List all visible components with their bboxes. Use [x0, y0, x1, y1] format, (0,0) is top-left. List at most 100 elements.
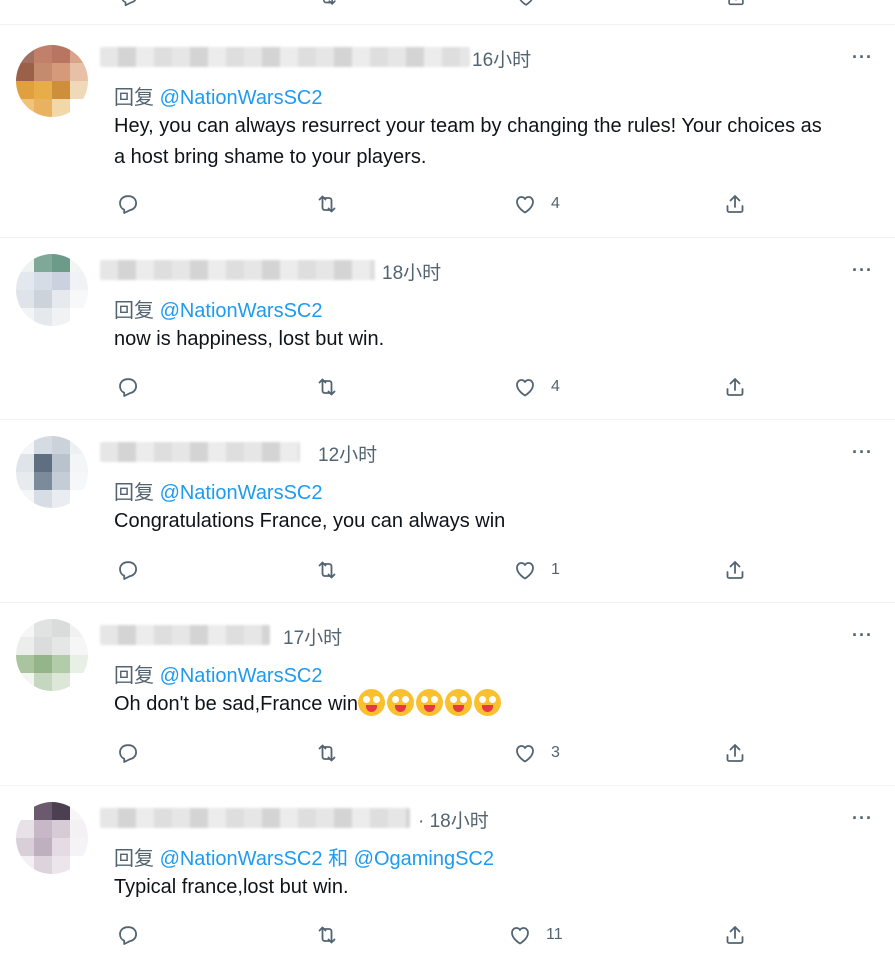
- reply-prefix: 回复: [114, 300, 154, 322]
- tweet-text: Typical france,lost but win.: [114, 876, 349, 898]
- reply-context: 回复 @NationWarsSC2: [114, 294, 323, 323]
- like-button[interactable]: 4: [513, 189, 560, 219]
- timestamp[interactable]: 12小时: [318, 440, 377, 467]
- user-name-redacted[interactable]: [100, 808, 410, 828]
- reply-icon: [116, 923, 140, 947]
- tweet[interactable]: 16小时 ··· 回复 @NationWarsSC2 Hey, you can …: [0, 25, 895, 238]
- share-button[interactable]: [723, 555, 747, 585]
- timestamp[interactable]: 17小时: [283, 623, 342, 650]
- tweet-actions: 4: [114, 372, 774, 402]
- retweet-button[interactable]: [315, 738, 339, 768]
- tweet[interactable]: 17小时 ··· 回复 @NationWarsSC2 Oh don't be s…: [0, 603, 895, 786]
- retweet-icon: [315, 375, 339, 399]
- retweet-icon: [315, 192, 339, 216]
- reply-icon: [116, 375, 140, 399]
- reply-icon: [116, 741, 140, 765]
- share-icon: [723, 923, 747, 947]
- reply-handle-link[interactable]: @NationWarsSC2: [160, 300, 323, 322]
- more-icon[interactable]: ···: [852, 260, 873, 281]
- like-count: 3: [551, 744, 560, 761]
- reply-prefix: 回复: [114, 665, 154, 687]
- retweet-icon: [315, 741, 339, 765]
- avatar[interactable]: [16, 254, 88, 326]
- tweet[interactable]: 12小时 ··· 回复 @NationWarsSC2 Congratulatio…: [0, 420, 895, 603]
- reply-icon[interactable]: [118, 0, 140, 8]
- avatar[interactable]: [16, 619, 88, 691]
- share-button[interactable]: [723, 920, 747, 950]
- share-button[interactable]: [723, 189, 747, 219]
- timestamp[interactable]: 16小时: [472, 45, 531, 72]
- user-name-redacted[interactable]: [100, 47, 470, 67]
- retweet-button[interactable]: [315, 555, 339, 585]
- retweet-button[interactable]: [315, 920, 339, 950]
- like-button[interactable]: 1: [513, 555, 560, 585]
- tweet-actions: 1: [114, 555, 774, 585]
- reply-handle-link[interactable]: @NationWarsSC2: [160, 665, 323, 687]
- avatar[interactable]: [16, 436, 88, 508]
- like-button[interactable]: 3: [513, 738, 560, 768]
- tweet[interactable]: 18小时 ··· 回复 @NationWarsSC2 now is happin…: [0, 238, 895, 420]
- like-button[interactable]: 4: [513, 372, 560, 402]
- heart-icon: [513, 375, 537, 399]
- reply-prefix: 回复: [114, 848, 154, 870]
- like-count: 4: [551, 378, 560, 395]
- heart-icon: [513, 741, 537, 765]
- tweet[interactable]: · 18小时 ··· 回复 @NationWarsSC2 和 @OgamingS…: [0, 786, 895, 953]
- heart-icon[interactable]: [515, 0, 537, 8]
- like-button[interactable]: 11: [508, 920, 563, 950]
- share-button[interactable]: [723, 738, 747, 768]
- reply-context: 回复 @NationWarsSC2 和 @OgamingSC2: [114, 842, 494, 871]
- timestamp[interactable]: 18小时: [382, 258, 441, 285]
- more-icon[interactable]: ···: [852, 808, 873, 829]
- tweet-text: Congratulations France, you can always w…: [114, 510, 506, 532]
- more-icon[interactable]: ···: [852, 47, 873, 68]
- share-icon: [723, 375, 747, 399]
- reply-button[interactable]: [116, 189, 140, 219]
- tweet-text: Hey, you can always resurrect your team …: [114, 115, 822, 168]
- user-name-redacted[interactable]: [100, 442, 300, 462]
- user-name-redacted[interactable]: [100, 625, 270, 645]
- tweet-actions: 4: [114, 189, 774, 219]
- reply-context: 回复 @NationWarsSC2: [114, 81, 323, 110]
- more-icon[interactable]: ···: [852, 442, 873, 463]
- reply-conjunction: 和: [328, 848, 349, 870]
- share-icon[interactable]: [725, 0, 747, 8]
- reply-prefix: 回复: [114, 482, 154, 504]
- reply-context: 回复 @NationWarsSC2: [114, 476, 323, 505]
- reply-icon: [116, 192, 140, 216]
- reply-button[interactable]: [116, 372, 140, 402]
- avatar[interactable]: [16, 802, 88, 874]
- emoji-group: [357, 689, 503, 716]
- retweet-button[interactable]: [315, 372, 339, 402]
- reply-button[interactable]: [116, 738, 140, 768]
- reply-button[interactable]: [116, 555, 140, 585]
- zany-face-emoji-icon: [386, 689, 414, 716]
- reply-context: 回复 @NationWarsSC2: [114, 659, 323, 688]
- heart-icon: [508, 923, 532, 947]
- zany-face-emoji-icon: [415, 689, 443, 716]
- share-icon: [723, 192, 747, 216]
- retweet-icon[interactable]: [317, 0, 339, 8]
- retweet-button[interactable]: [315, 189, 339, 219]
- tweet-text: now is happiness, lost but win.: [114, 328, 385, 350]
- like-count: 4: [551, 195, 560, 212]
- share-icon: [723, 741, 747, 765]
- heart-icon: [513, 192, 537, 216]
- tweet-actions: 11: [114, 920, 774, 950]
- timestamp[interactable]: · 18小时: [418, 806, 489, 833]
- user-name-redacted[interactable]: [100, 260, 375, 280]
- zany-face-emoji-icon: [444, 689, 472, 716]
- reply-handle-link[interactable]: @NationWarsSC2: [160, 848, 323, 870]
- tweet-text-content: Oh don't be sad,France win: [114, 693, 358, 715]
- reply-handle-link-2[interactable]: @OgamingSC2: [354, 848, 494, 870]
- reply-button[interactable]: [116, 920, 140, 950]
- share-button[interactable]: [723, 372, 747, 402]
- avatar[interactable]: [16, 45, 88, 117]
- previous-tweet-actions: [0, 0, 895, 25]
- more-icon[interactable]: ···: [852, 625, 873, 646]
- tweet-text: Oh don't be sad,France win: [114, 689, 834, 720]
- share-icon: [723, 558, 747, 582]
- reply-handle-link[interactable]: @NationWarsSC2: [160, 482, 323, 504]
- reply-handle-link[interactable]: @NationWarsSC2: [160, 87, 323, 109]
- like-count: 11: [546, 926, 563, 943]
